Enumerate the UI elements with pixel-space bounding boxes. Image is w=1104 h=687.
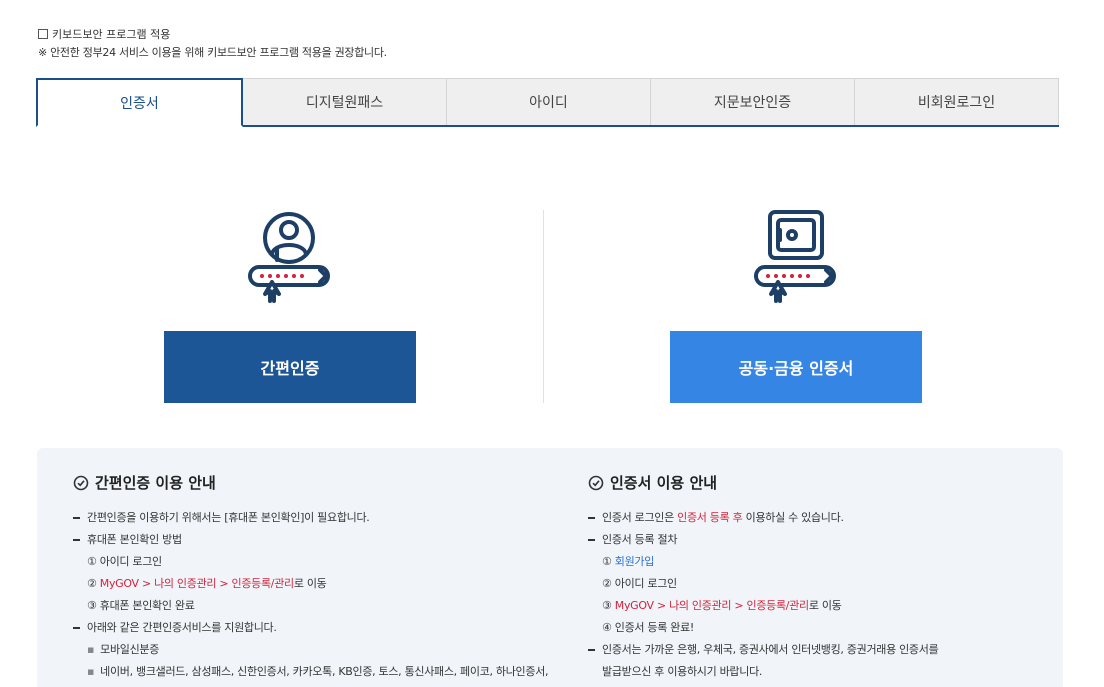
step-item: ① 회원가입 — [602, 555, 655, 568]
step-item: ① 아이디 로그인 — [87, 555, 162, 568]
certificate-safe-icon — [746, 208, 846, 308]
sub-list-item: ▪ 네이버, 뱅크샐러드, 삼성패스, 신한인증서, 카카오톡, KB인증, 토스… — [87, 665, 549, 678]
simple-auth-guide: 간편인증 이용 안내 간편인증을 이용하기 위해서는 [휴대폰 본인확인]이 필… — [73, 472, 563, 683]
step-item: ③ 휴대폰 본인확인 완료 — [87, 599, 195, 612]
guide-box: 간편인증 이용 안내 간편인증을 이용하기 위해서는 [휴대폰 본인확인]이 필… — [37, 448, 1063, 687]
guide-title-text: 인증서 이용 안내 — [610, 474, 718, 492]
certificate-guide-title: 인증서 이용 안내 — [588, 472, 1038, 493]
list-item: 간편인증을 이용하기 위해서는 [휴대폰 본인확인]이 필요합니다. — [73, 507, 563, 529]
list-item: 아래와 같은 간편인증서비스를 지원합니다. — [73, 617, 563, 639]
mygov-path-link[interactable]: MyGOV > 나의 인증관리 > 인증등록/관리 — [100, 577, 294, 590]
login-tabs: 인증서 디지털원패스 아이디 지문보안인증 비회원로그인 — [36, 78, 1059, 127]
keyboard-security-checkbox[interactable] — [38, 29, 48, 39]
signup-link[interactable]: 회원가입 — [615, 555, 655, 568]
tab-fingerprint[interactable]: 지문보안인증 — [650, 78, 855, 125]
tab-non-member[interactable]: 비회원로그인 — [854, 78, 1059, 125]
tab-id[interactable]: 아이디 — [446, 78, 651, 125]
sub-list-item: ▪ 모바일신분증 — [87, 643, 160, 656]
certificate-login-button[interactable]: 공동·금융 인증서 — [670, 331, 922, 403]
guide-title-text: 간편인증 이용 안내 — [95, 474, 216, 492]
certificate-guide: 인증서 이용 안내 인증서 로그인은 인증서 등록 후 이용하실 수 있습니다.… — [588, 472, 1038, 683]
keyboard-security-row[interactable]: 키보드보안 프로그램 적용 — [38, 26, 170, 42]
list-item: 인증서는 가까운 은행, 우체국, 증권사에서 인터넷뱅킹, 증권거래용 인증서… — [588, 639, 1038, 661]
step-item: ③ MyGOV > 나의 인증관리 > 인증등록/관리로 이동 — [602, 599, 842, 612]
step-item: ② MyGOV > 나의 인증관리 > 인증등록/관리로 이동 — [87, 577, 327, 590]
mygov-path-link[interactable]: MyGOV > 나의 인증관리 > 인증등록/관리 — [615, 599, 809, 612]
check-circle-icon — [588, 475, 604, 490]
list-item: 인증서 등록 절차 — [588, 529, 1038, 551]
keyboard-security-note: ※ 안전한 정부24 서비스 이용을 위해 키보드보안 프로그램 적용을 권장합… — [38, 46, 387, 59]
list-item: 인증서 로그인은 인증서 등록 후 이용하실 수 있습니다. — [588, 507, 1038, 529]
tab-digital-onepass[interactable]: 디지털원패스 — [242, 78, 447, 125]
option-divider — [543, 210, 544, 403]
list-item-continued: 발급받으신 후 이용하시기 바랍니다. — [602, 665, 763, 678]
step-item: ④ 인증서 등록 완료! — [602, 621, 695, 634]
simple-auth-icon — [240, 208, 340, 308]
check-circle-icon — [73, 475, 89, 490]
step-item: ② 아이디 로그인 — [602, 577, 677, 590]
tab-certificate[interactable]: 인증서 — [36, 78, 243, 127]
list-item: 휴대폰 본인확인 방법 — [73, 529, 563, 551]
simple-auth-guide-title: 간편인증 이용 안내 — [73, 472, 563, 493]
simple-auth-button[interactable]: 간편인증 — [164, 331, 416, 403]
keyboard-security-label: 키보드보안 프로그램 적용 — [52, 28, 171, 41]
